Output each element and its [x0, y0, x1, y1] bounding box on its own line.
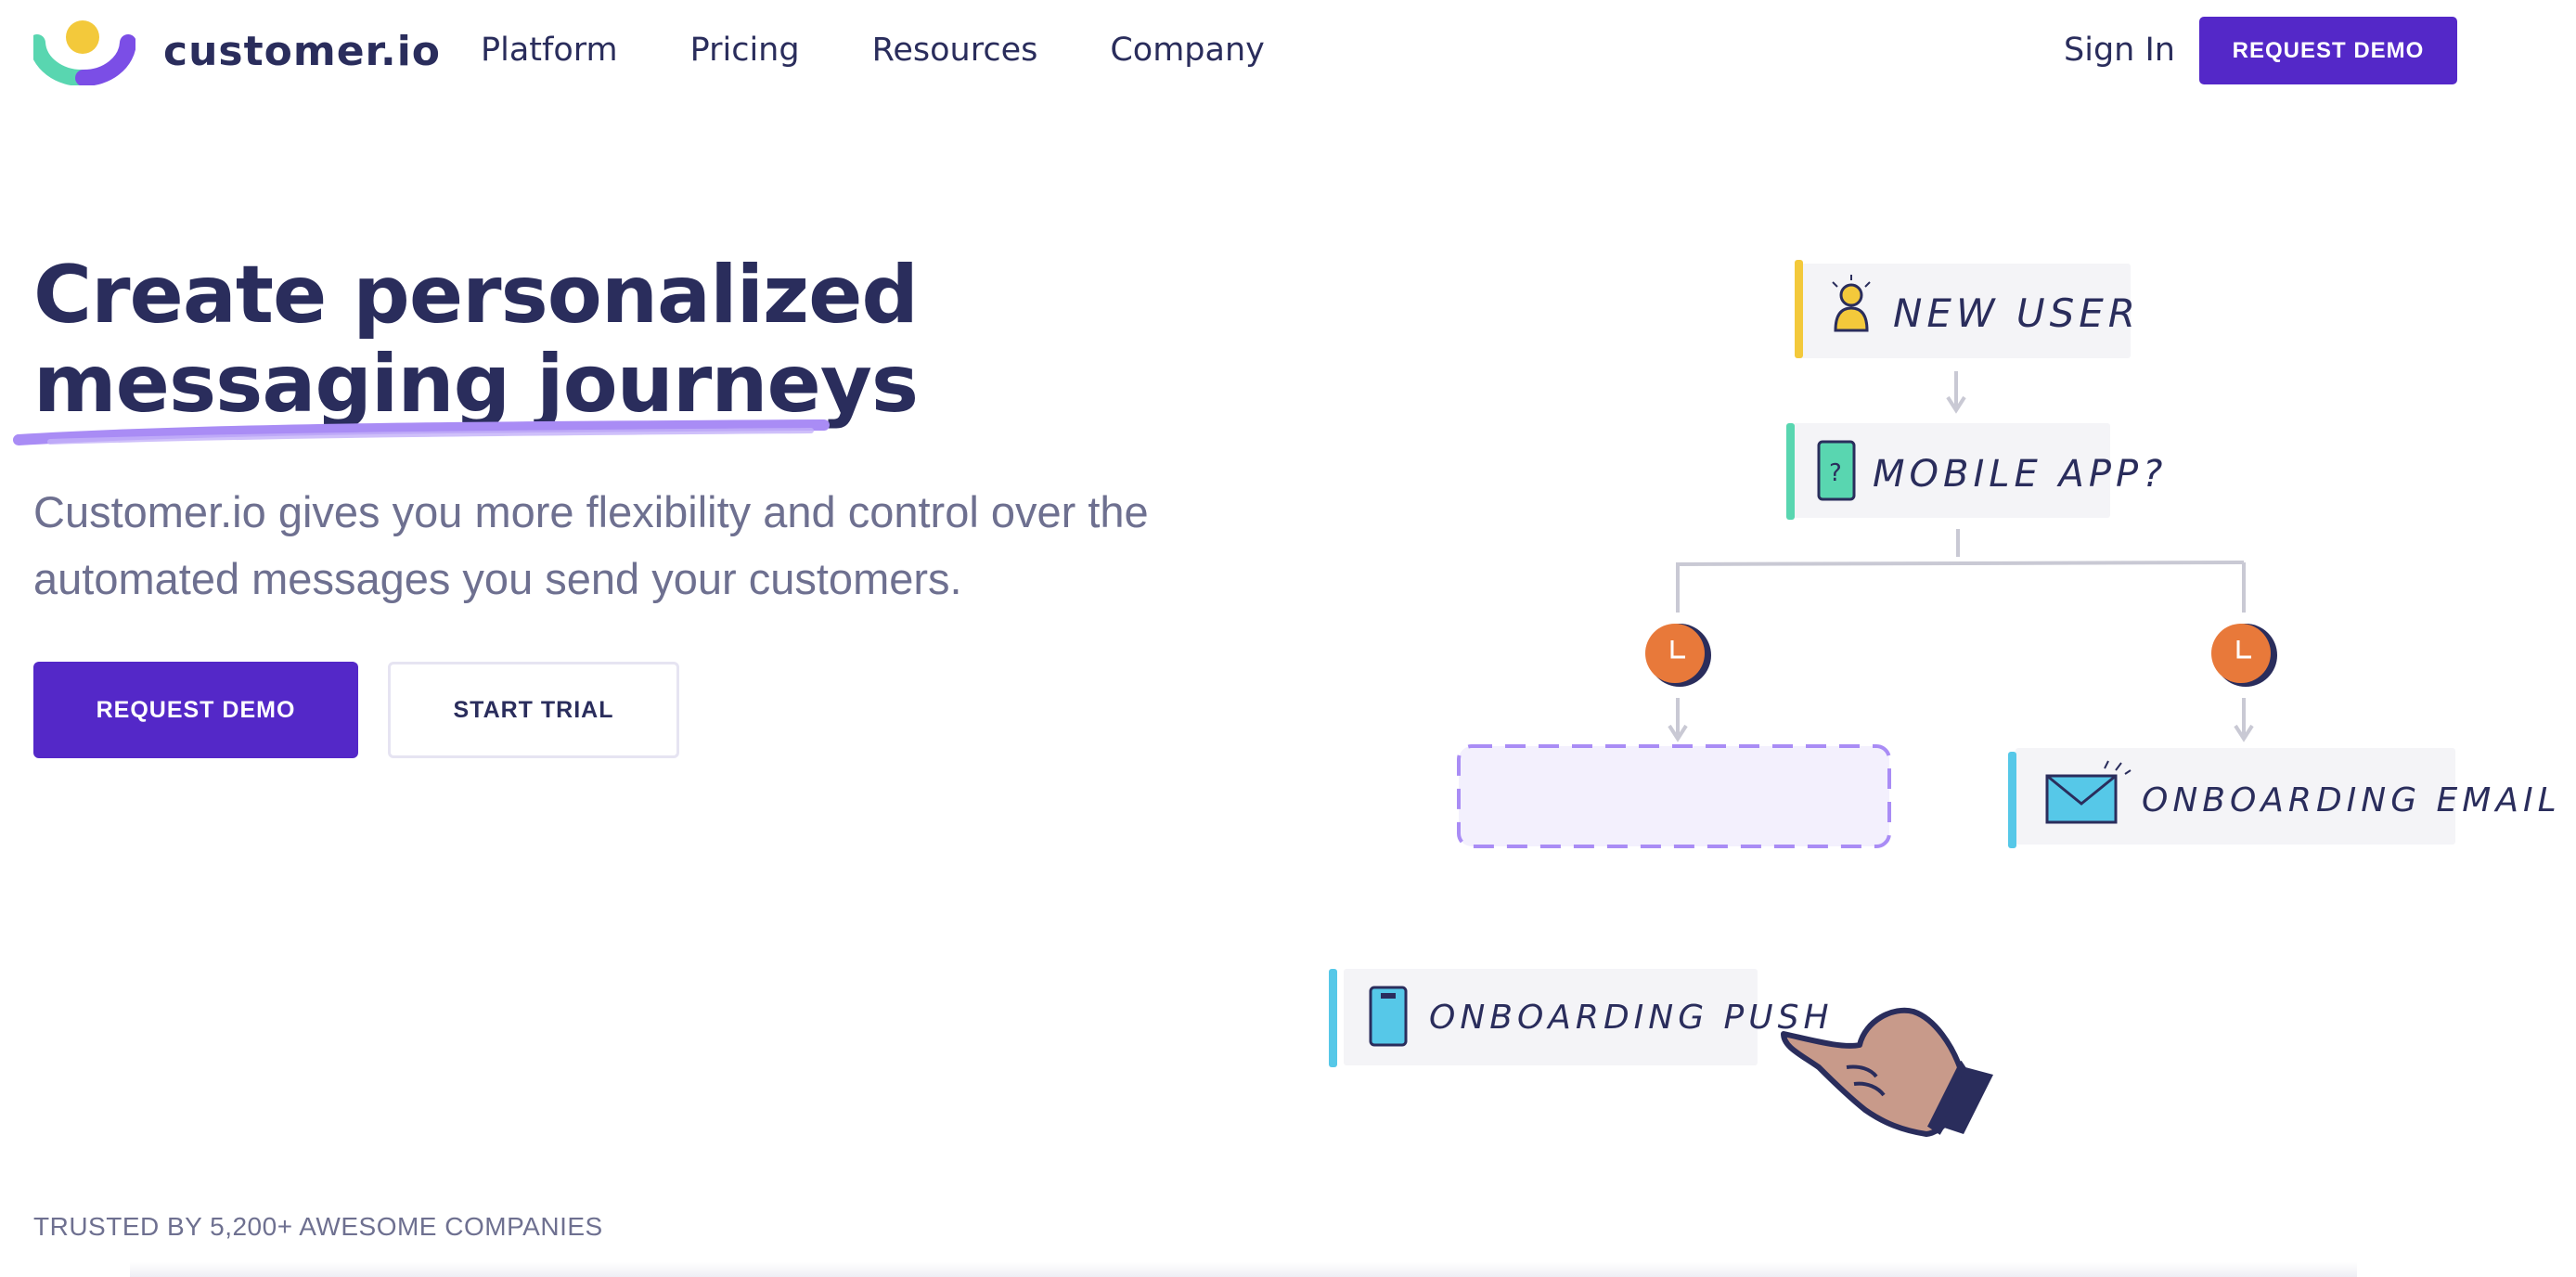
phone-question-icon: ?: [1817, 440, 1856, 501]
node-onboarding-email[interactable]: ONBOARDING EMAIL: [2008, 748, 2561, 848]
node-new-user[interactable]: NEW USER: [1795, 260, 2140, 358]
node-mobile-app[interactable]: ? MOBILE APP?: [1786, 423, 2167, 520]
empty-drop-target[interactable]: [1457, 744, 1891, 848]
node-onboarding-push[interactable]: ONBOARDING PUSH: [1329, 969, 1834, 1067]
svg-text:?: ?: [1829, 459, 1842, 487]
clock-icon: [2211, 624, 2277, 687]
phone-icon: [1369, 986, 1408, 1047]
node-onboarding-email-label: ONBOARDING EMAIL: [2142, 781, 2561, 819]
workflow-illustration: NEW USER ? MOBILE APP? ONBOARDING EMAIL: [1329, 260, 2561, 1137]
node-mobile-app-label: MOBILE APP?: [1873, 453, 2167, 496]
node-onboarding-push-label: ONBOARDING PUSH: [1429, 999, 1834, 1037]
clock-icon: [1645, 624, 1711, 687]
node-new-user-label: NEW USER: [1893, 290, 2140, 336]
